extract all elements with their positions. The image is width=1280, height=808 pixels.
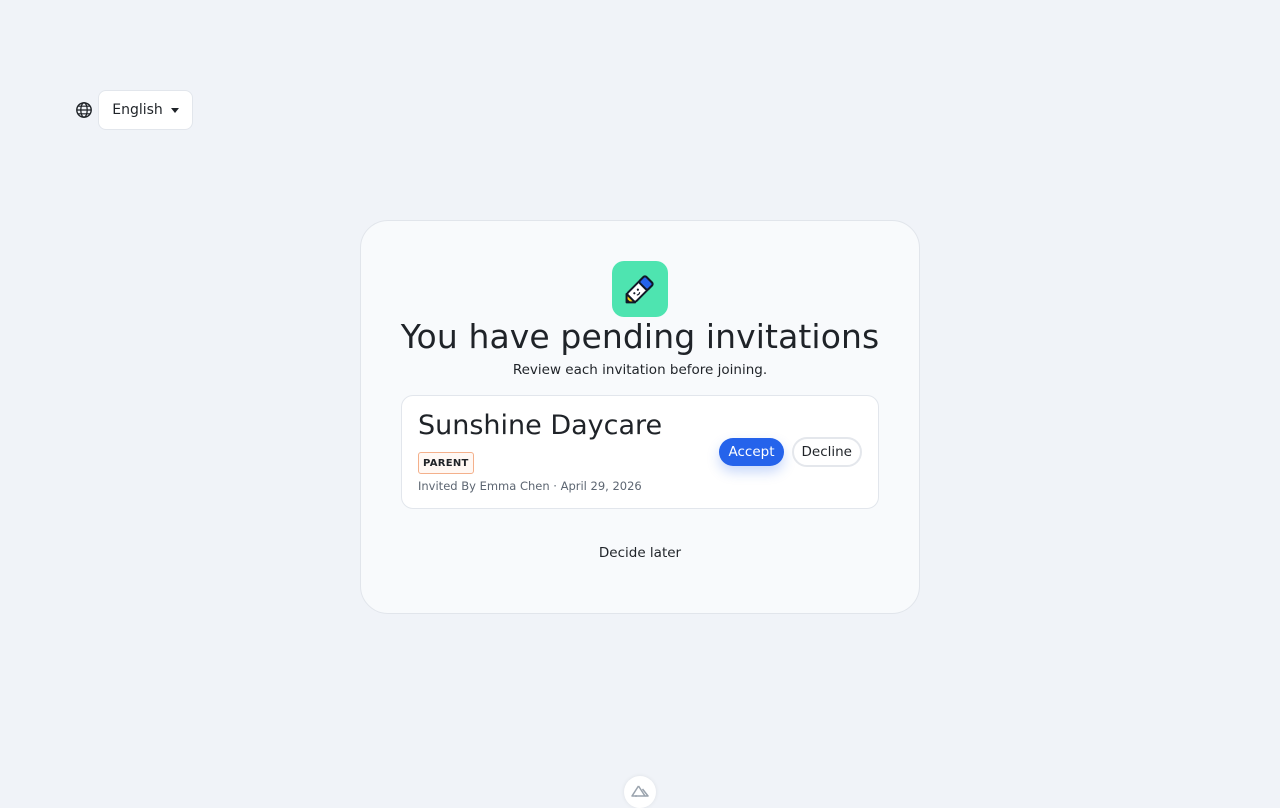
invitations-card: You have pending invitations Review each… bbox=[360, 220, 920, 614]
invitation-actions: Accept Decline bbox=[719, 437, 862, 467]
language-select[interactable]: English bbox=[98, 90, 193, 130]
role-badge: PARENT bbox=[418, 452, 474, 474]
page-subtitle: Review each invitation before joining. bbox=[512, 362, 768, 378]
accept-button[interactable]: Accept bbox=[719, 438, 784, 466]
caret-down-icon bbox=[170, 107, 179, 113]
decline-button[interactable]: Decline bbox=[791, 437, 862, 467]
organization-name: Sunshine Daycare bbox=[418, 410, 663, 441]
pencil-icon bbox=[612, 261, 668, 317]
language-switcher: English bbox=[75, 90, 193, 130]
invitation-item: Sunshine Daycare PARENT Invited By Emma … bbox=[401, 395, 879, 509]
invited-by-text: Invited By Emma Chen · April 29, 2026 bbox=[418, 479, 642, 493]
language-select-value: English bbox=[112, 102, 163, 118]
globe-icon bbox=[75, 101, 93, 119]
page-title: You have pending invitations bbox=[400, 317, 880, 356]
nuxt-logo-icon[interactable] bbox=[624, 776, 656, 808]
decide-later-link[interactable]: Decide later bbox=[361, 543, 919, 563]
